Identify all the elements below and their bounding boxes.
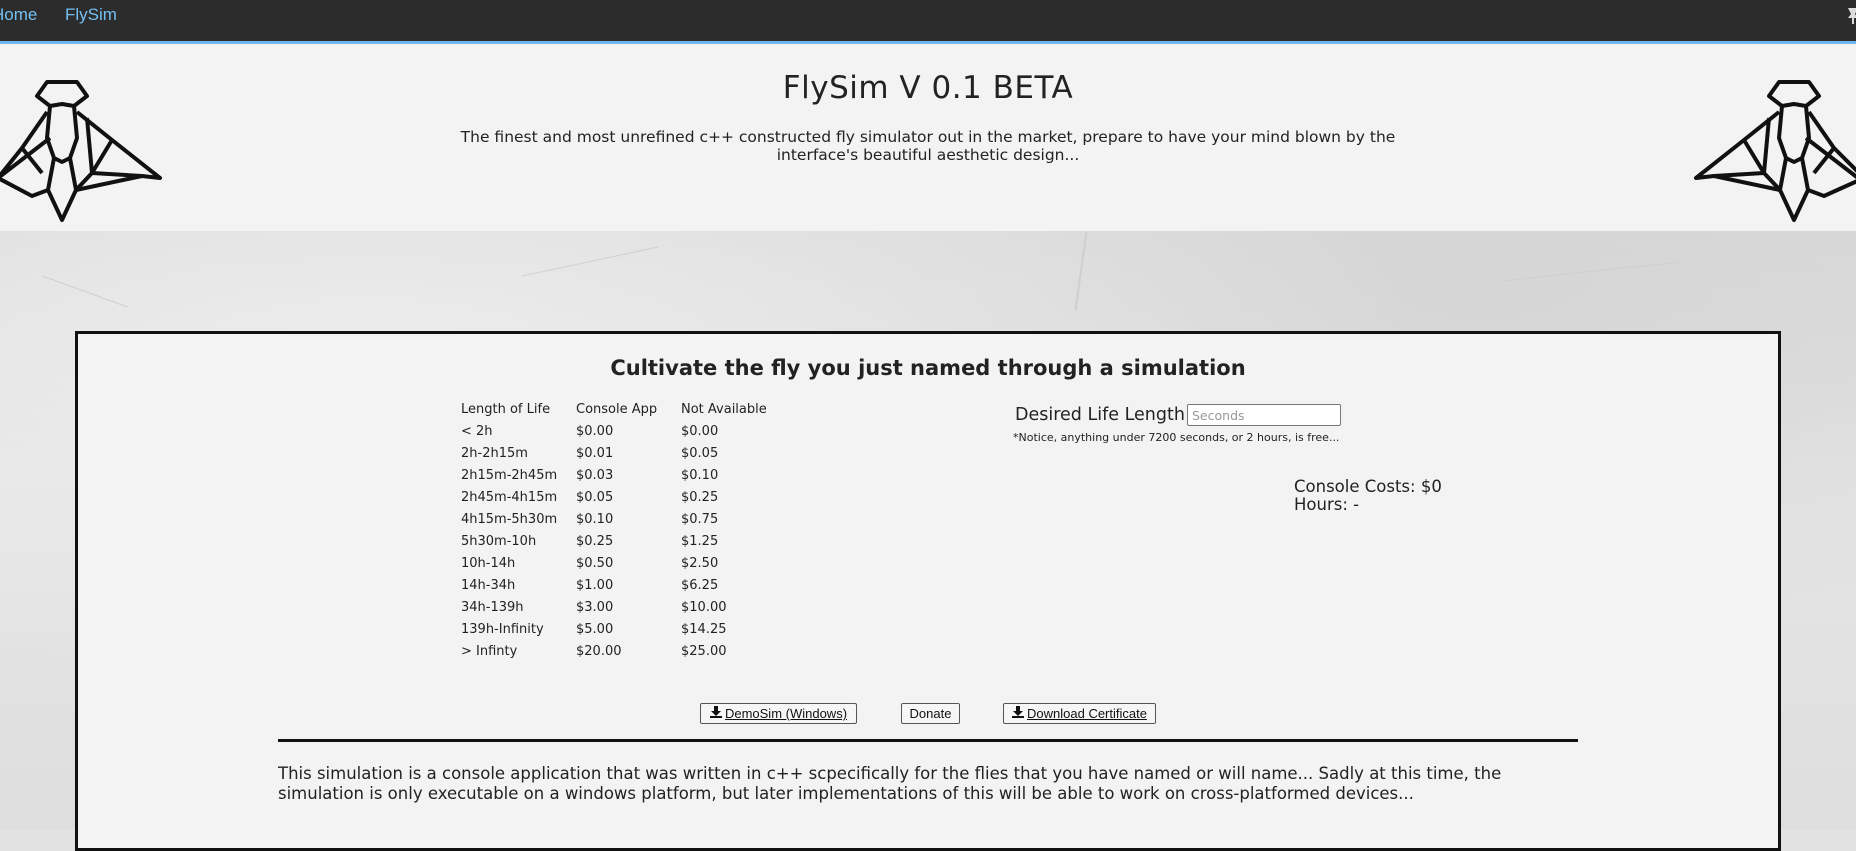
table-cell: $0.00 bbox=[576, 424, 614, 439]
table-cell: $0.03 bbox=[576, 468, 614, 483]
fly-logo-icon bbox=[1684, 78, 1856, 227]
table-cell: $0.10 bbox=[576, 512, 614, 527]
table-cell: 10h-14h bbox=[461, 556, 516, 571]
donate-button[interactable]: Donate bbox=[901, 703, 960, 724]
table-cell: $1.25 bbox=[681, 534, 719, 549]
texture-line bbox=[1074, 231, 1088, 311]
pin-icon[interactable] bbox=[1846, 6, 1856, 28]
table-cell: $25.00 bbox=[681, 644, 727, 659]
table-cell: $20.00 bbox=[576, 644, 622, 659]
hours-text: Hours: - bbox=[1294, 495, 1360, 514]
table-cell: 139h-Infinity bbox=[461, 622, 544, 637]
download-icon bbox=[709, 706, 722, 721]
download-icon bbox=[1012, 706, 1025, 721]
table-cell: 2h15m-2h45m bbox=[461, 468, 558, 483]
table-cell: $0.25 bbox=[681, 490, 719, 505]
top-navbar: Home FlySim bbox=[0, 0, 1856, 44]
table-header: Length of Life bbox=[461, 402, 551, 417]
table-cell: $0.75 bbox=[681, 512, 719, 527]
life-length-input[interactable] bbox=[1187, 404, 1341, 426]
table-cell: < 2h bbox=[461, 424, 493, 439]
table-cell: $0.01 bbox=[576, 446, 614, 461]
table-cell: > Infinty bbox=[461, 644, 518, 659]
texture-line bbox=[521, 246, 659, 277]
download-certificate-button[interactable]: Download Certificate bbox=[1003, 703, 1156, 724]
section-divider bbox=[278, 739, 1578, 742]
table-cell: $0.25 bbox=[576, 534, 614, 549]
site-header: FlySim V 0.1 BETA The finest and most un… bbox=[0, 44, 1856, 231]
table-cell: $2.50 bbox=[681, 556, 719, 571]
table-cell: $1.00 bbox=[576, 578, 614, 593]
table-cell: $3.00 bbox=[576, 600, 614, 615]
table-cell: $0.05 bbox=[576, 490, 614, 505]
table-cell: $0.00 bbox=[681, 424, 719, 439]
table-header: Console App bbox=[576, 402, 658, 417]
table-cell: $14.25 bbox=[681, 622, 727, 637]
texture-line bbox=[1500, 261, 1680, 282]
table-cell: 2h-2h15m bbox=[461, 446, 528, 461]
table-cell: $0.10 bbox=[681, 468, 719, 483]
table-cell: 34h-139h bbox=[461, 600, 524, 615]
table-cell: $10.00 bbox=[681, 600, 727, 615]
texture-line bbox=[42, 275, 128, 308]
cost-summary: Console Costs: $0 Hours: - bbox=[1294, 478, 1442, 514]
simulation-panel: Cultivate the fly you just named through… bbox=[75, 331, 1781, 851]
table-cell: 14h-34h bbox=[461, 578, 516, 593]
simulation-description: This simulation is a console application… bbox=[278, 764, 1502, 803]
demosim-download-button[interactable]: DemoSim (Windows) bbox=[700, 703, 857, 724]
table-cell: $6.25 bbox=[681, 578, 719, 593]
console-costs-text: Console Costs: $0 bbox=[1294, 477, 1442, 496]
table-cell: 2h45m-4h15m bbox=[461, 490, 558, 505]
table-cell: 5h30m-10h bbox=[461, 534, 537, 549]
table-header: Not Available bbox=[681, 402, 767, 417]
free-notice: *Notice, anything under 7200 seconds, or… bbox=[1013, 431, 1340, 444]
nav-home-link[interactable]: Home bbox=[0, 5, 37, 25]
table-cell: $0.05 bbox=[681, 446, 719, 461]
demosim-button-label: DemoSim (Windows) bbox=[724, 706, 848, 721]
page-title: FlySim V 0.1 BETA bbox=[782, 70, 1074, 106]
panel-title: Cultivate the fly you just named through… bbox=[610, 356, 1246, 380]
table-cell: $0.50 bbox=[576, 556, 614, 571]
certificate-button-label: Download Certificate bbox=[1027, 706, 1147, 721]
donate-button-label: Donate bbox=[909, 706, 952, 721]
site-tagline: The finest and most unrefined c++ constr… bbox=[460, 128, 1396, 164]
nav-flysim-link[interactable]: FlySim bbox=[65, 5, 117, 25]
table-cell: 4h15m-5h30m bbox=[461, 512, 558, 527]
table-cell: $5.00 bbox=[576, 622, 614, 637]
life-length-label: Desired Life Length bbox=[1015, 405, 1185, 425]
